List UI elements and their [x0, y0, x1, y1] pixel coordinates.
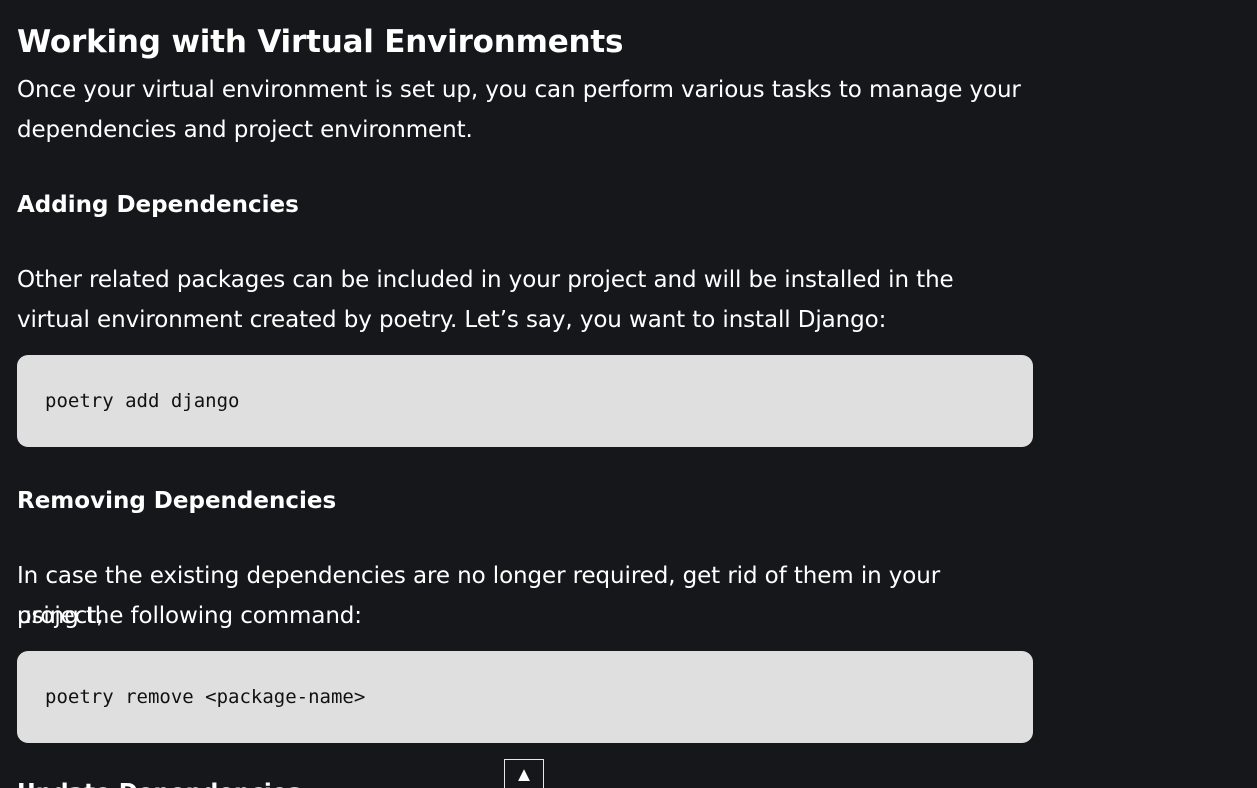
section-heading: Working with Virtual Environments: [17, 24, 624, 60]
code-remove-package[interactable]: poetry remove <package-name>: [45, 685, 365, 709]
arrow-up-icon: ▲: [514, 763, 534, 786]
removing-text-line-2: using the following command:: [17, 603, 362, 629]
adding-text-line-2: virtual environment created by poetry. L…: [17, 307, 887, 333]
intro-line-1: Once your virtual environment is set up,…: [17, 77, 1021, 103]
intro-line-2: dependencies and project environment.: [17, 117, 473, 143]
scroll-to-top-button[interactable]: ▲: [504, 759, 544, 788]
code-block-remove[interactable]: poetry remove <package-name>: [17, 651, 1033, 743]
adding-text-line-1: Other related packages can be included i…: [17, 267, 954, 293]
subheading-update-dependencies: Update Dependencies: [17, 778, 301, 788]
subheading-removing-dependencies: Removing Dependencies: [17, 488, 337, 514]
code-block-add[interactable]: poetry add django: [17, 355, 1033, 447]
subheading-adding-dependencies: Adding Dependencies: [17, 192, 299, 218]
code-add-django[interactable]: poetry add django: [45, 389, 239, 413]
